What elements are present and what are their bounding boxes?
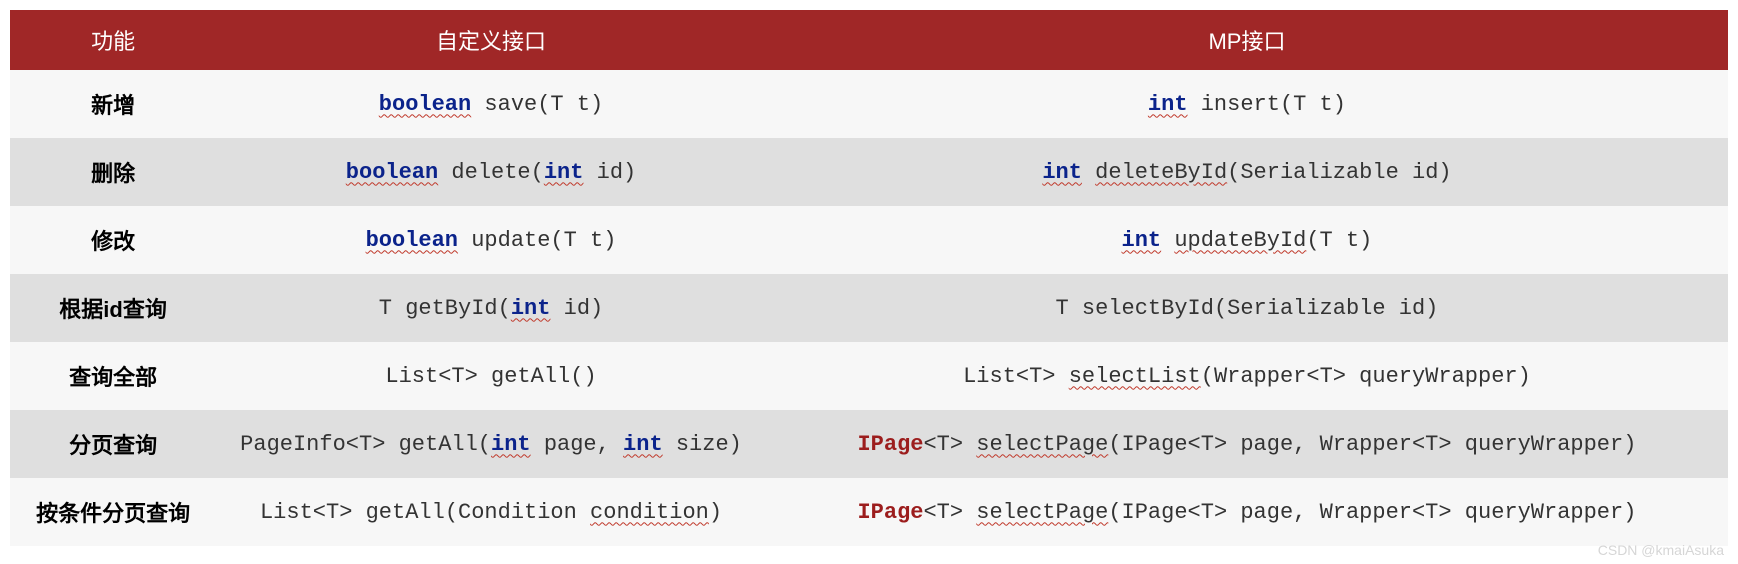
feature-cell: 新增 bbox=[10, 70, 216, 138]
custom-api-cell: boolean save(T t) bbox=[216, 70, 766, 138]
mp-api-cell: int insert(T t) bbox=[766, 70, 1728, 138]
custom-api-cell: boolean delete(int id) bbox=[216, 138, 766, 206]
table-row: 按条件分页查询List<T> getAll(Condition conditio… bbox=[10, 478, 1728, 546]
mp-api-cell: IPage<T> selectPage(IPage<T> page, Wrapp… bbox=[766, 410, 1728, 478]
custom-api-cell: boolean update(T t) bbox=[216, 206, 766, 274]
custom-api-cell: PageInfo<T> getAll(int page, int size) bbox=[216, 410, 766, 478]
feature-cell: 查询全部 bbox=[10, 342, 216, 410]
feature-cell: 按条件分页查询 bbox=[10, 478, 216, 546]
header-mp: MP接口 bbox=[766, 10, 1728, 70]
mp-api-cell: int updateById(T t) bbox=[766, 206, 1728, 274]
mp-api-cell: IPage<T> selectPage(IPage<T> page, Wrapp… bbox=[766, 478, 1728, 546]
header-feature: 功能 bbox=[10, 10, 216, 70]
mp-api-cell: int deleteById(Serializable id) bbox=[766, 138, 1728, 206]
custom-api-cell: List<T> getAll(Condition condition) bbox=[216, 478, 766, 546]
feature-cell: 根据id查询 bbox=[10, 274, 216, 342]
mp-api-cell: List<T> selectList(Wrapper<T> queryWrapp… bbox=[766, 342, 1728, 410]
table-row: 查询全部List<T> getAll()List<T> selectList(W… bbox=[10, 342, 1728, 410]
table-row: 修改boolean update(T t)int updateById(T t) bbox=[10, 206, 1728, 274]
api-comparison-table: 功能 自定义接口 MP接口 新增boolean save(T t)int ins… bbox=[10, 10, 1728, 546]
table-row: 根据id查询T getById(int id)T selectById(Seri… bbox=[10, 274, 1728, 342]
table-row: 删除boolean delete(int id)int deleteById(S… bbox=[10, 138, 1728, 206]
custom-api-cell: List<T> getAll() bbox=[216, 342, 766, 410]
feature-cell: 修改 bbox=[10, 206, 216, 274]
mp-api-cell: T selectById(Serializable id) bbox=[766, 274, 1728, 342]
watermark: CSDN @kmaiAsuka bbox=[1598, 542, 1724, 558]
header-custom: 自定义接口 bbox=[216, 10, 766, 70]
custom-api-cell: T getById(int id) bbox=[216, 274, 766, 342]
table-header-row: 功能 自定义接口 MP接口 bbox=[10, 10, 1728, 70]
table-row: 分页查询PageInfo<T> getAll(int page, int siz… bbox=[10, 410, 1728, 478]
feature-cell: 分页查询 bbox=[10, 410, 216, 478]
table-row: 新增boolean save(T t)int insert(T t) bbox=[10, 70, 1728, 138]
feature-cell: 删除 bbox=[10, 138, 216, 206]
